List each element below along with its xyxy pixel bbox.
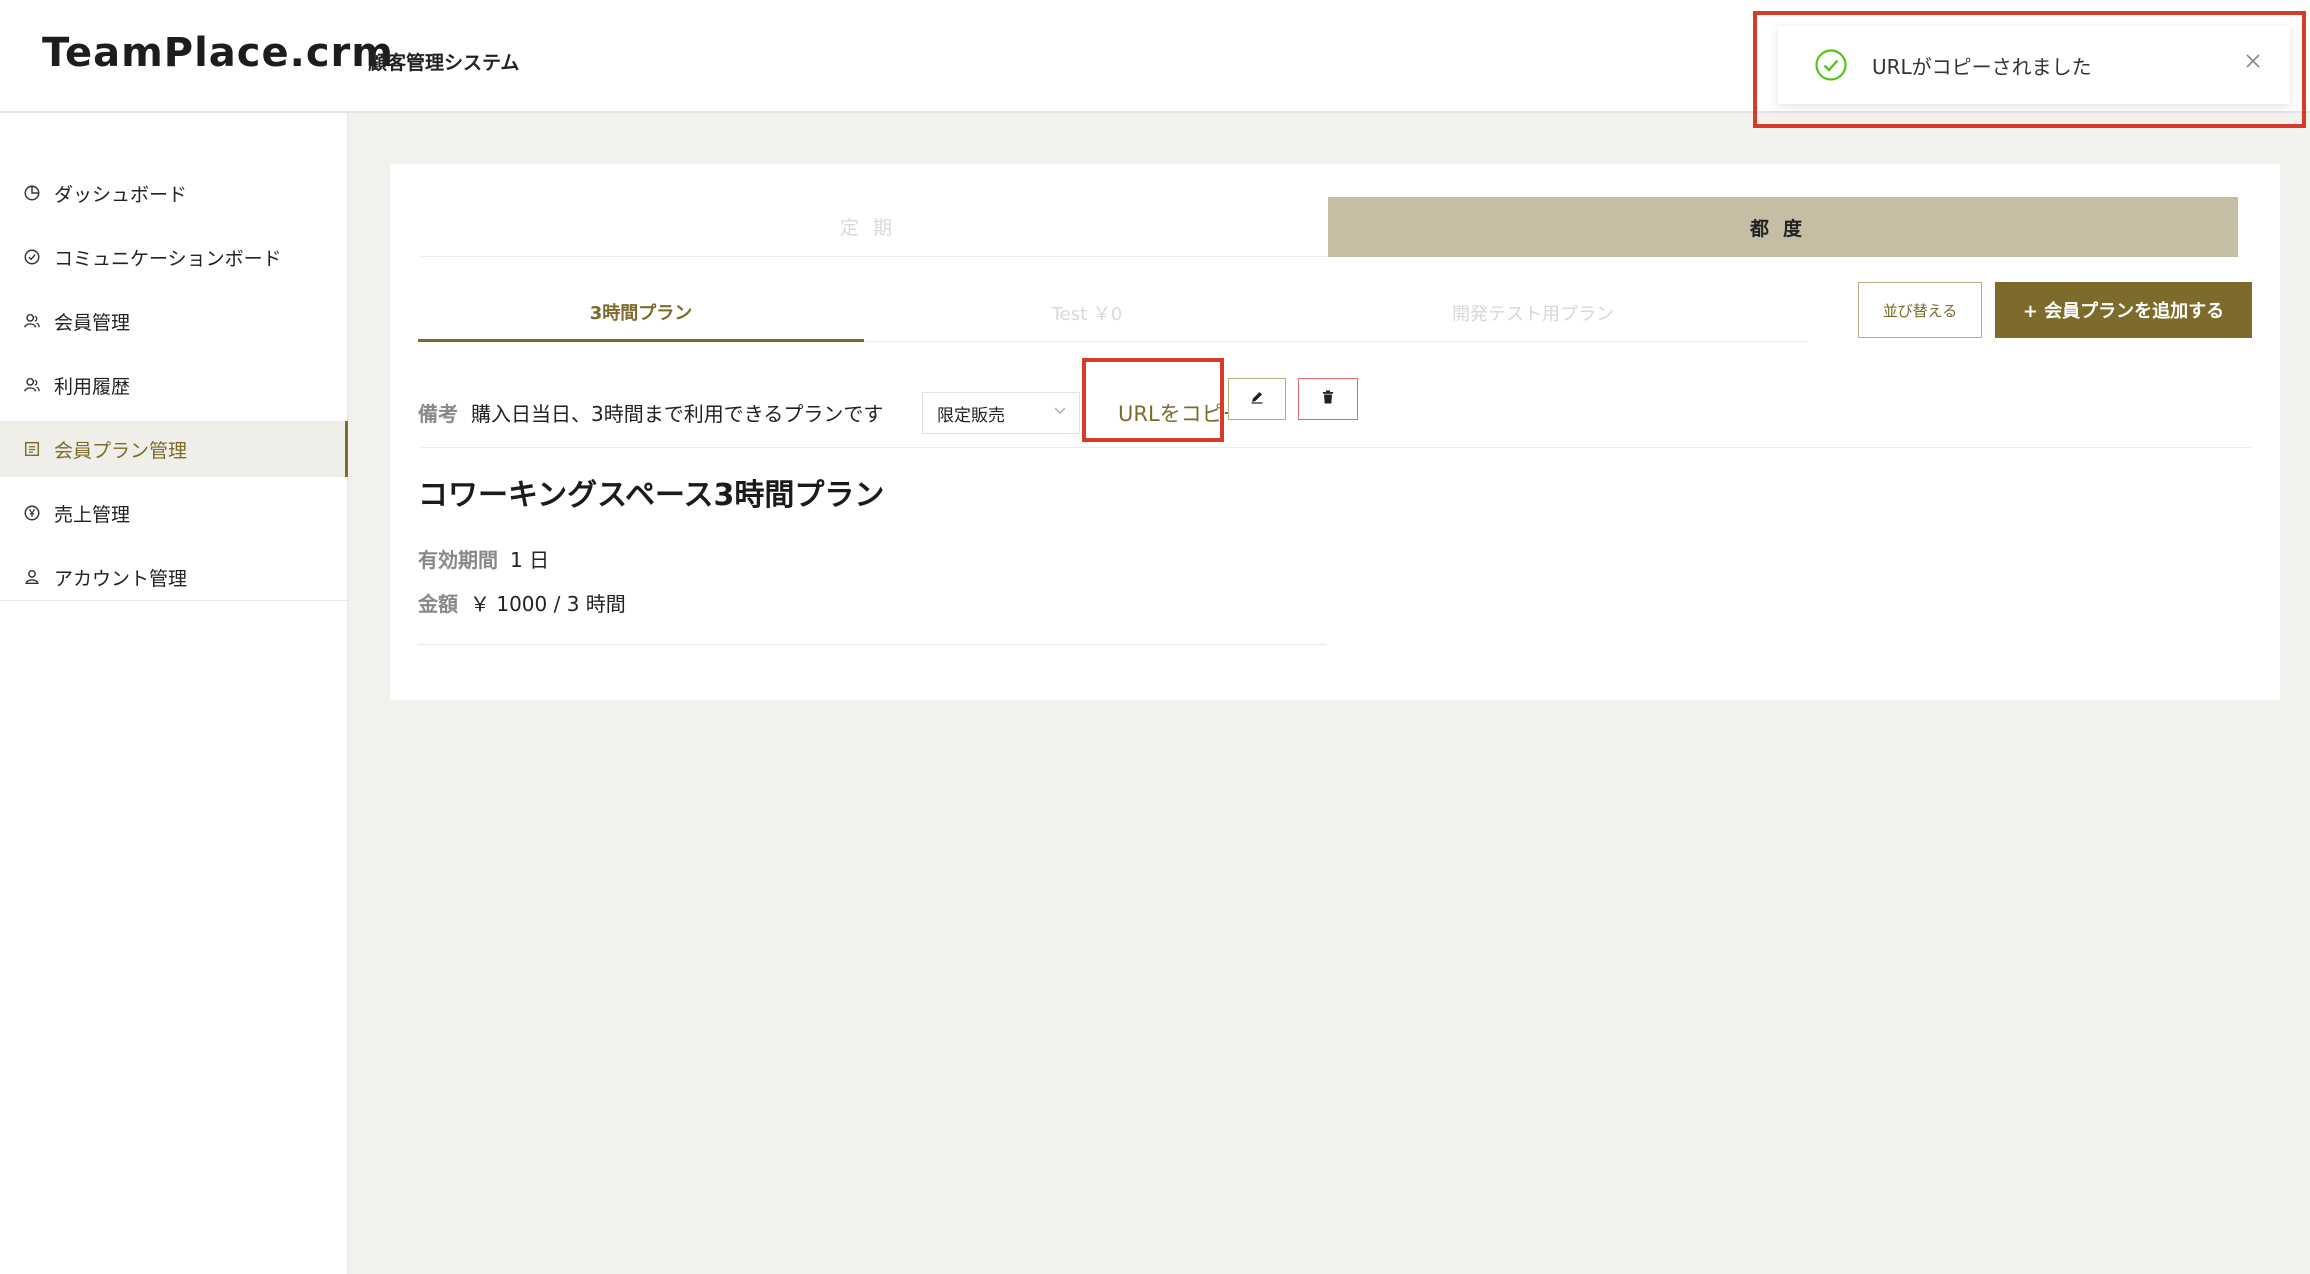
pencil-icon <box>1249 389 1265 409</box>
chevron-down-icon <box>1053 403 1067 421</box>
sale-status-value: 限定販売 <box>937 405 1005 426</box>
check-circle-icon <box>22 247 42 267</box>
sidebar-item-label: 会員管理 <box>54 311 131 334</box>
sale-status-select[interactable]: 限定販売 <box>922 392 1080 434</box>
note-text: 購入日当日、3時間まで利用できるプランです <box>471 402 884 426</box>
note-label: 備考 <box>418 402 458 426</box>
price-value: ￥ 1000 / 3 時間 <box>470 592 626 616</box>
sidebar-item-sales[interactable]: 売上管理 <box>0 485 348 541</box>
plan-type-tabs: 定期 都度 <box>418 197 2238 257</box>
dashboard-icon <box>22 183 42 203</box>
tab-dev-test-plan[interactable]: 開発テスト用プラン <box>1310 284 1756 342</box>
delete-button[interactable] <box>1298 378 1358 420</box>
plan-tabs: 3時間プラン Test ￥0 開発テスト用プラン <box>418 284 1808 342</box>
sidebar-nav: ダッシュボード コミュニケーションボード 会員管理 利用履歴 会員プラン管理 売… <box>0 165 348 613</box>
sidebar-item-member-plans[interactable]: 会員プラン管理 <box>0 421 348 477</box>
sidebar-item-label: 利用履歴 <box>54 375 131 398</box>
sidebar-item-account[interactable]: アカウント管理 <box>0 549 348 605</box>
sidebar-item-dashboard[interactable]: ダッシュボード <box>0 165 348 221</box>
tab-subscription[interactable]: 定期 <box>418 197 1328 257</box>
sidebar: ダッシュボード コミュニケーションボード 会員管理 利用履歴 会員プラン管理 売… <box>0 113 348 1274</box>
success-toast: URLがコピーされました <box>1778 26 2290 104</box>
copy-url-link[interactable]: URLをコピー <box>1118 398 1244 428</box>
app-subtitle: 顧客管理システム <box>368 52 520 74</box>
detail-divider <box>418 644 1326 645</box>
trash-icon <box>1320 389 1336 409</box>
sidebar-divider <box>0 600 348 601</box>
sidebar-item-label: 会員プラン管理 <box>54 439 188 462</box>
app-logo[interactable]: TeamPlace.crm <box>42 30 394 76</box>
yen-icon <box>22 503 42 523</box>
sidebar-item-label: アカウント管理 <box>54 567 188 590</box>
edit-button[interactable] <box>1228 378 1286 420</box>
account-icon <box>22 567 42 587</box>
sidebar-item-usage-history[interactable]: 利用履歴 <box>0 357 348 413</box>
period-label: 有効期間 <box>418 548 498 572</box>
sort-button[interactable]: 並び替える <box>1858 282 1982 338</box>
sidebar-item-communication-board[interactable]: コミュニケーションボード <box>0 229 348 285</box>
price-label: 金額 <box>418 592 458 616</box>
sidebar-item-label: 売上管理 <box>54 503 131 526</box>
list-icon <box>22 439 42 459</box>
plan-period: 有効期間 1 日 <box>418 544 549 573</box>
plan-price: 金額 ￥ 1000 / 3 時間 <box>418 588 626 617</box>
check-circle-icon <box>1814 48 1848 82</box>
period-value: 1 日 <box>510 548 550 572</box>
add-member-plan-button[interactable]: + 会員プランを追加する <box>1995 282 2252 338</box>
plan-title: コワーキングスペース3時間プラン <box>418 478 885 513</box>
toast-message: URLがコピーされました <box>1872 55 2092 79</box>
users-icon <box>22 311 42 331</box>
sidebar-item-label: コミュニケーションボード <box>54 247 282 270</box>
member-plan-card: 定期 都度 3時間プラン Test ￥0 開発テスト用プラン 並び替える + 会… <box>390 164 2280 700</box>
users-icon <box>22 375 42 395</box>
tab-one-time[interactable]: 都度 <box>1328 197 2238 257</box>
close-icon[interactable] <box>2244 50 2262 74</box>
tab-test-plan[interactable]: Test ￥0 <box>864 284 1310 342</box>
sidebar-item-label: ダッシュボード <box>54 183 188 206</box>
sidebar-item-members[interactable]: 会員管理 <box>0 293 348 349</box>
tab-3hour-plan[interactable]: 3時間プラン <box>418 284 864 342</box>
